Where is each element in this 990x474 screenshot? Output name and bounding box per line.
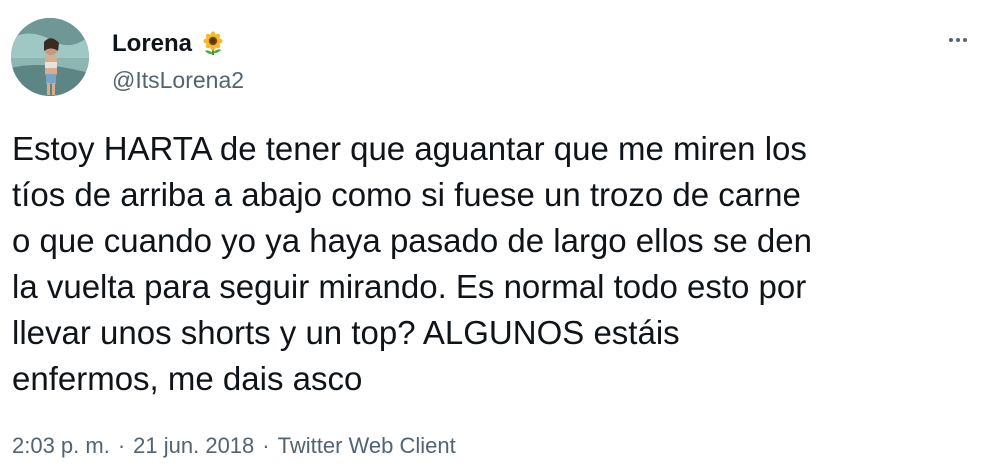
tweet: Lorena @ItsLorena2 Estoy HARTA de tener … <box>0 0 990 474</box>
meta-separator: · <box>262 433 270 458</box>
avatar[interactable] <box>11 18 89 96</box>
author-info[interactable]: Lorena @ItsLorena2 <box>112 30 244 94</box>
more-horizontal-icon <box>949 38 953 42</box>
tweet-text: Estoy HARTA de tener que aguantar que me… <box>12 130 812 397</box>
tweet-meta: 2:03 p. m. · 21 jun. 2018 · Twitter Web … <box>12 432 456 460</box>
display-name[interactable]: Lorena <box>112 30 192 58</box>
tweet-date[interactable]: 21 jun. 2018 <box>133 432 254 460</box>
sunflower-icon <box>200 31 226 57</box>
handle[interactable]: @ItsLorena2 <box>112 66 244 94</box>
more-options-button[interactable] <box>940 30 976 50</box>
meta-separator: · <box>117 433 126 458</box>
tweet-source[interactable]: Twitter Web Client <box>278 432 456 460</box>
more-horizontal-icon-dot <box>963 38 967 42</box>
more-horizontal-icon-dot <box>956 38 960 42</box>
avatar-image <box>11 18 89 96</box>
name-row: Lorena <box>112 30 244 58</box>
tweet-time[interactable]: 2:03 p. m. <box>12 432 110 460</box>
